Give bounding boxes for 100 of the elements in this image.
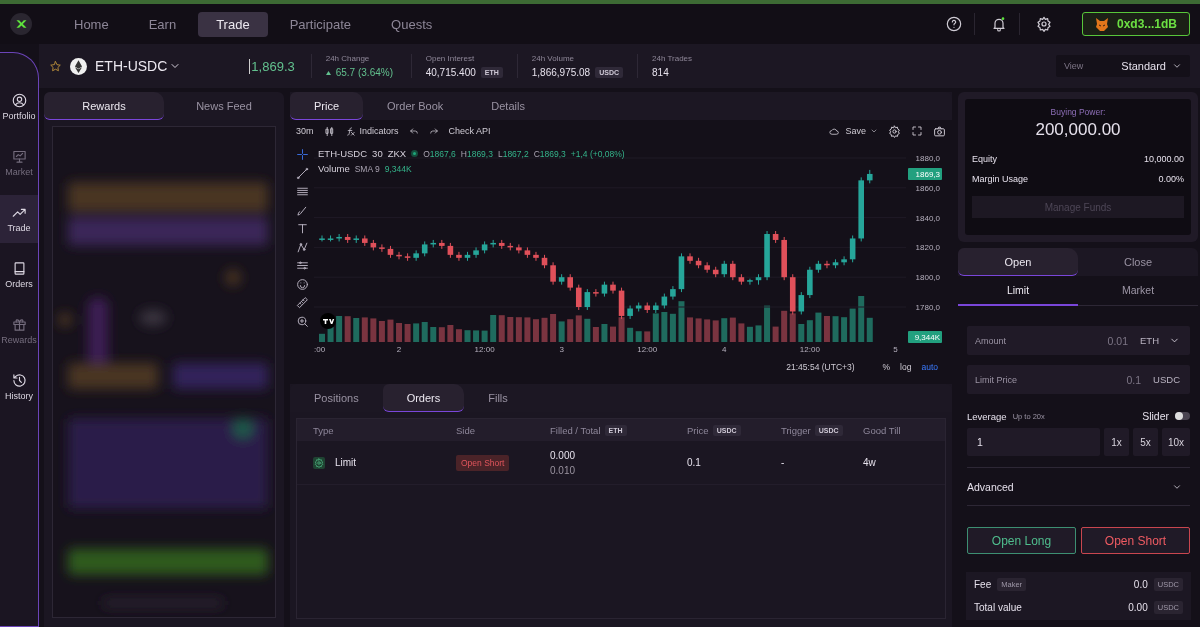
levels-icon[interactable]: [295, 259, 309, 272]
nav-link[interactable]: Earn: [130, 11, 195, 37]
column-header: Type: [313, 424, 334, 436]
input-box[interactable]: Amount 0.01 ETH: [967, 326, 1190, 355]
sidebar-item[interactable]: History: [0, 363, 38, 411]
tab[interactable]: Close: [1078, 248, 1198, 276]
ruler-icon[interactable]: [295, 296, 309, 309]
input-field[interactable]: 0.01: [1016, 330, 1130, 351]
table-cell: 0.1: [687, 457, 701, 468]
indicators-button[interactable]: Indicators: [344, 125, 399, 137]
open-short-button[interactable]: Open Short: [1081, 527, 1190, 554]
open-long-button[interactable]: Open Long: [967, 527, 1076, 554]
candles-icon[interactable]: [323, 125, 335, 137]
tab[interactable]: Rewards: [44, 92, 164, 120]
candlestick: [661, 293, 668, 309]
change-value: +1,4 (+0,08%): [570, 148, 625, 159]
input-field[interactable]: 0.1: [1027, 369, 1144, 390]
candlestick: [558, 273, 565, 286]
candlestick: [695, 257, 702, 269]
undo-icon[interactable]: [408, 126, 419, 136]
ohlc-value: O1867,6: [423, 148, 456, 159]
wallet-button[interactable]: 0xd3...1dB: [1081, 12, 1190, 36]
bell-icon[interactable]: [990, 16, 1007, 32]
leverage-preset[interactable]: 5x: [1133, 428, 1158, 456]
tab[interactable]: Orders: [382, 384, 465, 412]
candlestick: [764, 230, 770, 281]
candlestick: [550, 261, 556, 286]
ethereum-icon: [70, 57, 87, 75]
tab[interactable]: News Feed: [164, 92, 284, 120]
redo-icon[interactable]: [428, 126, 439, 136]
axis-label: 4: [722, 345, 727, 354]
save-button[interactable]: Save: [827, 125, 878, 137]
side-badge: Open Short: [456, 454, 510, 471]
volume-tag: 9,344K: [908, 331, 942, 343]
pattern-icon[interactable]: [295, 240, 309, 254]
tab[interactable]: Positions: [290, 384, 383, 412]
candlestick: [327, 235, 334, 242]
stat-value: 65.7 (3.64%): [325, 67, 393, 78]
chart-symbol: ETH-USDC: [318, 148, 368, 159]
column-header: Trigger: [781, 424, 811, 436]
leverage-field[interactable]: 1: [967, 428, 1100, 456]
history-icon: [11, 373, 27, 388]
market-symbol[interactable]: ETH-USDC: [95, 58, 168, 74]
scale-option[interactable]: auto: [921, 362, 938, 372]
tab[interactable]: Fills: [464, 384, 532, 412]
scale-option[interactable]: log: [900, 362, 912, 372]
nav-link[interactable]: Home: [56, 11, 127, 37]
smiley-icon[interactable]: [295, 277, 309, 291]
slider-toggle[interactable]: [1175, 412, 1190, 420]
settings-icon[interactable]: [888, 124, 901, 138]
logo-icon[interactable]: [10, 13, 32, 35]
function-icon: [344, 125, 356, 137]
sidebar-item[interactable]: Portfolio: [0, 83, 38, 131]
account-value: 10,000.00: [1143, 154, 1184, 164]
axis-label: 12:00: [474, 345, 495, 354]
nav-link[interactable]: Participate: [271, 11, 370, 37]
star-icon[interactable]: [49, 59, 62, 73]
sidebar-item[interactable]: Trade: [0, 195, 38, 243]
candlestick: [421, 240, 428, 257]
fullscreen-icon[interactable]: [911, 125, 923, 137]
text-tool-icon[interactable]: [295, 222, 309, 235]
candlestick: [653, 302, 659, 314]
candlestick: [456, 251, 462, 262]
candlestick: [798, 291, 805, 315]
trend-line-icon[interactable]: [295, 166, 309, 180]
chart-time: 21:45:54 (UTC+3): [786, 362, 855, 372]
zoom-icon[interactable]: [295, 314, 309, 328]
settings-icon[interactable]: [1035, 16, 1052, 32]
advanced-toggle[interactable]: Advanced: [967, 467, 1190, 506]
nav-link[interactable]: Quests: [373, 11, 451, 37]
unit-label: USDC: [1153, 374, 1180, 385]
tab[interactable]: Order Book: [363, 92, 468, 120]
tab[interactable]: Open: [958, 248, 1078, 276]
view-dropdown[interactable]: View Standard: [1056, 55, 1190, 77]
candlestick: [635, 302, 642, 312]
chart-exchange: ZKX: [387, 148, 407, 159]
field-label: Amount: [975, 335, 1007, 346]
candlestick: [721, 260, 728, 278]
stat-label: 24h Volume: [531, 54, 576, 63]
input-box[interactable]: Limit Price 0.1 USDC: [967, 365, 1190, 394]
column-header: Filled / Total: [550, 424, 601, 436]
check-api-button[interactable]: Check API: [448, 126, 491, 136]
crosshair-icon[interactable]: [295, 148, 309, 161]
nav-link[interactable]: Trade: [198, 11, 268, 37]
sidebar-item[interactable]: Orders: [0, 251, 38, 299]
leverage-preset[interactable]: 10x: [1162, 428, 1190, 456]
tab[interactable]: Limit: [958, 276, 1078, 306]
tab[interactable]: Price: [290, 92, 364, 120]
scale-option[interactable]: %: [882, 362, 891, 372]
caret-icon: [1172, 61, 1182, 71]
tab[interactable]: Details: [467, 92, 549, 120]
horizontal-lines-icon[interactable]: [295, 185, 309, 198]
leverage-preset[interactable]: 1x: [1104, 428, 1129, 456]
help-icon[interactable]: [945, 16, 962, 32]
tab[interactable]: Market: [1078, 276, 1198, 306]
axis-label: 12:00: [637, 345, 658, 354]
camera-icon[interactable]: [933, 124, 946, 138]
candlestick: [704, 261, 710, 274]
interval-button[interactable]: 30m: [296, 126, 314, 136]
candlestick: [413, 249, 419, 262]
